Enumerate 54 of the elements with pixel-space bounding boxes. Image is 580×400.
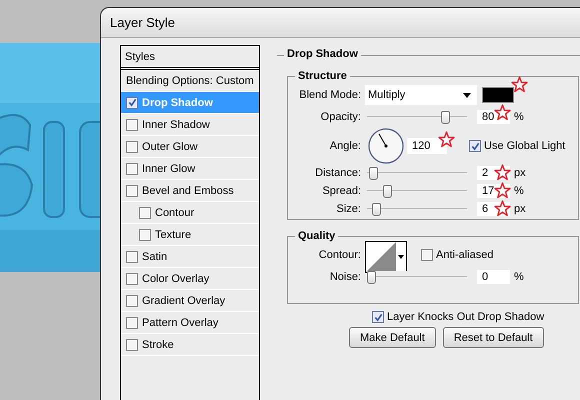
unit-label: px: [514, 203, 526, 215]
unit-label: %: [514, 111, 524, 123]
style-label: Texture: [155, 228, 192, 240]
field-label: Size:: [336, 203, 361, 215]
unit-label: %: [514, 271, 524, 283]
style-label: Inner Glow: [142, 162, 196, 174]
style-label: Drop Shadow: [142, 96, 213, 108]
style-label: Stroke: [142, 338, 174, 350]
style-item[interactable]: Satin: [121, 246, 259, 268]
dialog-button[interactable]: Reset to Default: [442, 327, 544, 348]
unit-label: px: [514, 167, 526, 179]
style-item[interactable]: Contour: [121, 202, 259, 224]
style-item[interactable]: Color Overlay: [121, 268, 259, 290]
field-label: Noise:: [328, 271, 361, 283]
checkbox-label: Anti-aliased: [436, 249, 494, 261]
value-field[interactable]: 2: [477, 166, 510, 180]
checkbox-label: Layer Knocks Out Drop Shadow: [387, 311, 544, 323]
value-field[interactable]: 17: [477, 184, 510, 198]
style-item[interactable]: Pattern Overlay: [121, 312, 259, 334]
value-field[interactable]: 6: [477, 202, 510, 216]
style-item[interactable]: Stroke: [121, 334, 259, 356]
group-title: Structure: [297, 70, 348, 82]
field-label: Spread:: [321, 185, 361, 197]
styles-header[interactable]: Styles: [121, 46, 259, 70]
style-label: Blending Options: Custom: [126, 74, 254, 86]
field-label: Angle:: [328, 140, 361, 152]
field-label: Distance:: [314, 167, 361, 179]
angle-field[interactable]: 120: [407, 138, 447, 154]
style-label: Inner Shadow: [142, 118, 210, 130]
style-item[interactable]: Inner Glow: [121, 158, 259, 180]
style-item[interactable]: Bevel and Emboss: [121, 180, 259, 202]
style-label: Contour: [155, 206, 194, 218]
style-label: Gradient Overlay: [142, 294, 226, 306]
style-label: Color Overlay: [142, 272, 210, 284]
window-title: Layer Style: [110, 15, 176, 30]
field-label: Contour:: [318, 249, 361, 261]
style-label: Pattern Overlay: [142, 316, 218, 328]
style-item[interactable]: Texture: [121, 224, 259, 246]
style-label: Satin: [142, 250, 168, 262]
style-label: Bevel and Emboss: [142, 184, 234, 196]
section-title: Drop Shadow: [284, 48, 361, 60]
unit-label: %: [514, 185, 524, 197]
noise-field[interactable]: 0: [477, 270, 510, 284]
group-title: Quality: [297, 230, 336, 242]
checkbox-label: Use Global Light: [484, 140, 566, 152]
style-item[interactable]: Outer Glow: [121, 136, 259, 158]
blend-mode-dropdown[interactable]: Multiply: [365, 85, 477, 105]
field-label: Blend Mode:: [298, 89, 361, 101]
style-label: Outer Glow: [142, 140, 198, 152]
style-item[interactable]: Gradient Overlay: [121, 290, 259, 312]
style-item[interactable]: Inner Shadow: [121, 114, 259, 136]
dialog-button[interactable]: Make Default: [349, 327, 436, 348]
field-label: Opacity:: [320, 111, 361, 123]
opacity-field[interactable]: 80: [477, 110, 510, 124]
